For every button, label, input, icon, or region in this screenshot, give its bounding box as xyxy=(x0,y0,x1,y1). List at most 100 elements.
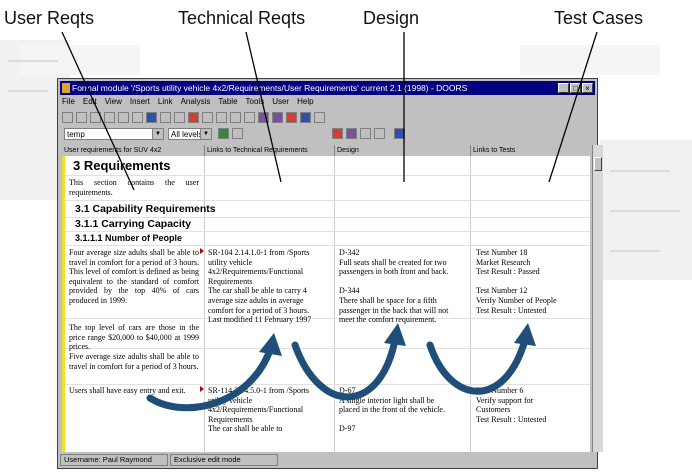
view-select-value: temp xyxy=(67,130,85,139)
callout-design: Design xyxy=(363,8,420,28)
delete-icon[interactable] xyxy=(160,111,171,123)
levels-select[interactable]: All levels ▼ xyxy=(168,128,212,140)
insert-object-icon[interactable] xyxy=(188,111,199,123)
text-line: SR-114 2.14.5.0-1 from /Sports xyxy=(208,386,310,395)
undo-icon[interactable] xyxy=(174,111,185,123)
user-req-five-adults[interactable]: Five average size adults shall be able t… xyxy=(69,352,199,371)
funnel-icon[interactable] xyxy=(360,128,371,139)
document-grid[interactable]: 3 Requirements This section contains the… xyxy=(62,156,590,452)
status-bar: Username: Paul Raymond Exclusive edit mo… xyxy=(60,454,595,466)
print-icon[interactable] xyxy=(76,111,87,123)
paste-icon[interactable] xyxy=(132,111,143,123)
intro-text[interactable]: This section contains the user requireme… xyxy=(69,178,199,197)
row-divider xyxy=(65,245,590,246)
text-line: There shall be space for a fifth xyxy=(339,295,437,305)
background-line xyxy=(610,250,660,252)
sort-icon[interactable] xyxy=(346,128,357,139)
chevron-down-icon[interactable]: ▼ xyxy=(200,129,211,139)
strikethrough-icon[interactable] xyxy=(244,111,255,123)
link-end-icon[interactable] xyxy=(272,111,283,123)
text-line: Full seats shall be created for two xyxy=(339,257,447,267)
main-toolbar xyxy=(60,109,595,125)
underline-icon[interactable] xyxy=(230,111,241,123)
maximize-button[interactable]: □ xyxy=(570,83,581,93)
menu-link[interactable]: Link xyxy=(158,96,173,108)
text-line: Test Result : Passed xyxy=(476,267,540,277)
table-icon[interactable] xyxy=(300,111,311,123)
text-line: Last modified 11 February 1997 xyxy=(208,315,312,325)
test-cases-row3[interactable]: Test Number 6 Verify support for Custome… xyxy=(476,386,546,424)
text-line xyxy=(339,415,445,425)
background-line xyxy=(610,210,680,212)
menu-tools[interactable]: Tools xyxy=(246,96,265,108)
copy-icon[interactable] xyxy=(118,111,129,123)
text-line: D-97 xyxy=(339,424,356,434)
tech-req-sr114[interactable]: SR-114 2.14.5.0-1 from /Sports utility v… xyxy=(208,386,309,434)
column-header-design[interactable]: Design xyxy=(334,145,471,156)
user-req-four-adults[interactable]: Four average size adults shall be able t… xyxy=(69,248,199,306)
design-d342[interactable]: D-342 Full seats shall be created for tw… xyxy=(339,248,448,325)
design-d67[interactable]: D-67 A single interior light shall be pl… xyxy=(339,386,445,434)
filter-icon[interactable] xyxy=(332,128,343,139)
menu-table[interactable]: Table xyxy=(218,96,237,108)
heading-capability[interactable]: 3.1 Capability Requirements xyxy=(75,203,216,215)
app-icon xyxy=(62,83,70,93)
text-line: Test Result : Untested xyxy=(476,305,547,315)
menu-file[interactable]: File xyxy=(62,96,75,108)
row-divider xyxy=(65,384,590,385)
background-window-top-right xyxy=(520,45,660,75)
test-cases-row1[interactable]: Test Number 18 Market Research Test Resu… xyxy=(476,248,557,315)
menu-insert[interactable]: Insert xyxy=(130,96,150,108)
row-divider xyxy=(65,175,590,176)
text-line: comfort for a period of 3 hours. xyxy=(208,305,310,315)
cut-icon[interactable] xyxy=(104,111,115,123)
title-bar[interactable]: Formal module '/Sports utility vehicle 4… xyxy=(60,81,595,95)
heading-number-of-people[interactable]: 3.1.1.1 Number of People xyxy=(75,233,182,243)
user-req-entry-exit[interactable]: Users shall have easy entry and exit. xyxy=(69,386,199,396)
print-preview-icon[interactable] xyxy=(90,111,101,123)
menu-view[interactable]: View xyxy=(105,96,122,108)
column-header-tests[interactable]: Links to Tests xyxy=(470,145,593,156)
text-line: Market Research xyxy=(476,257,531,267)
window-controls: _ □ × xyxy=(558,83,593,93)
save-icon[interactable] xyxy=(62,111,73,123)
text-line xyxy=(339,277,448,287)
demote-icon[interactable] xyxy=(232,128,243,139)
sort-ascending-icon[interactable] xyxy=(374,128,385,139)
minimize-button[interactable]: _ xyxy=(558,83,569,93)
column-header-user[interactable]: User requirements for SUV 4x2 xyxy=(62,145,204,156)
chevron-down-icon[interactable]: ▼ xyxy=(152,129,163,139)
tech-req-sr104[interactable]: SR-104 2.14.1.0-1 from /Sports utility v… xyxy=(208,248,311,325)
text-line: Requirements xyxy=(208,276,253,286)
scrollbar-thumb[interactable] xyxy=(594,157,602,171)
doors-window: Formal module '/Sports utility vehicle 4… xyxy=(57,78,603,469)
view-toolbar: temp ▼ All levels ▼ xyxy=(60,126,595,142)
link-start-icon[interactable] xyxy=(258,111,269,123)
italic-icon[interactable] xyxy=(216,111,227,123)
text-line: 4x2/Requirements/Functional xyxy=(208,405,304,415)
links-icon[interactable] xyxy=(394,128,405,139)
background-line xyxy=(8,60,58,62)
menu-edit[interactable]: Edit xyxy=(83,96,97,108)
status-edit-mode: Exclusive edit mode xyxy=(170,454,278,466)
link-module-icon[interactable] xyxy=(286,111,297,123)
vertical-scrollbar[interactable] xyxy=(592,145,603,452)
background-line xyxy=(610,170,670,172)
close-button[interactable]: × xyxy=(582,83,593,93)
text-line: Test Number 6 xyxy=(476,386,524,395)
text-line: A single interior light shall be xyxy=(339,395,435,405)
text-line: average size adults in average xyxy=(208,295,304,305)
menu-analysis[interactable]: Analysis xyxy=(181,96,211,108)
menu-help[interactable]: Help xyxy=(297,96,313,108)
bold-icon[interactable] xyxy=(202,111,213,123)
spellcheck-icon[interactable] xyxy=(146,111,157,123)
user-req-price-range[interactable]: The top level of cars are those in the p… xyxy=(69,323,199,352)
link-flag-icon xyxy=(200,248,204,254)
heading-requirements[interactable]: 3 Requirements xyxy=(73,158,171,173)
promote-icon[interactable] xyxy=(218,128,229,139)
heading-carrying-capacity[interactable]: 3.1.1 Carrying Capacity xyxy=(75,218,191,230)
grid-icon[interactable] xyxy=(314,111,325,123)
view-select[interactable]: temp ▼ xyxy=(64,128,164,140)
column-header-technical[interactable]: Links to Technical Requirements xyxy=(204,145,335,156)
menu-user[interactable]: User xyxy=(272,96,289,108)
